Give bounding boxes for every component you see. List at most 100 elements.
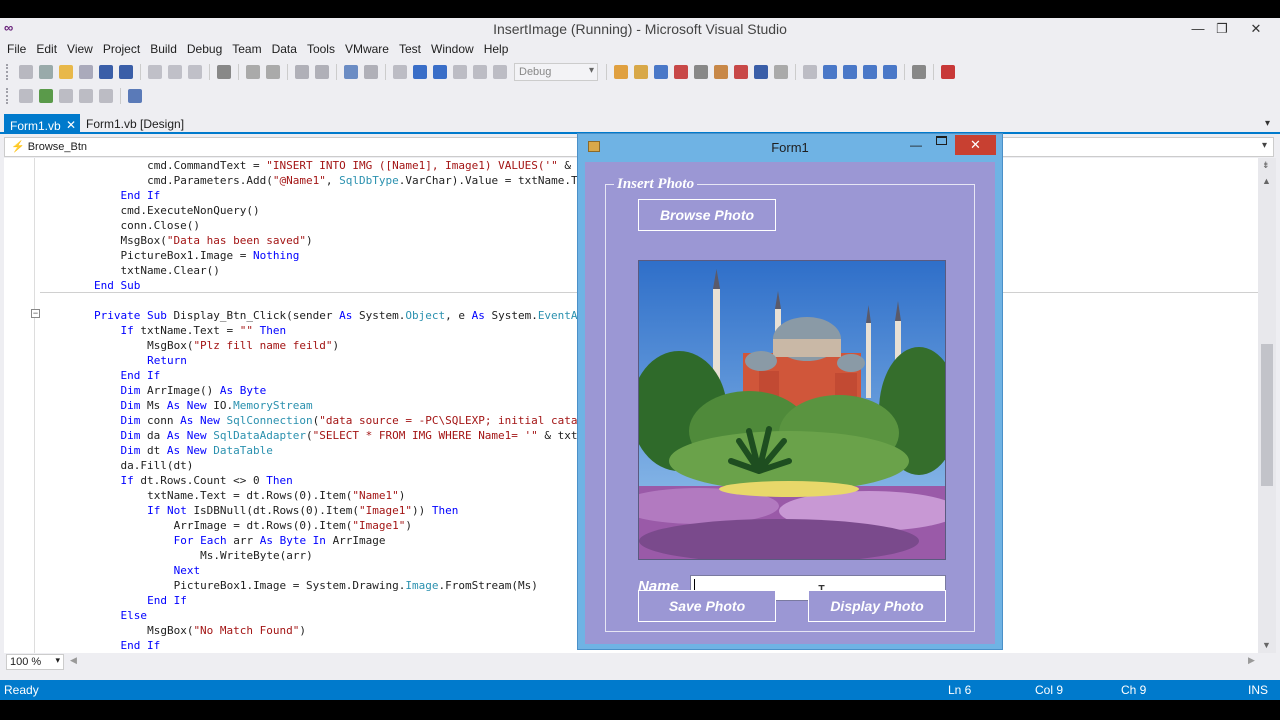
menu-item-edit[interactable]: Edit <box>31 40 62 60</box>
code-line[interactable]: txtName.Clear() <box>121 263 220 278</box>
break-all-icon[interactable] <box>413 65 427 79</box>
menu-item-file[interactable]: File <box>2 40 31 60</box>
add-new-item-icon[interactable] <box>79 65 93 79</box>
menu-item-debug[interactable]: Debug <box>182 40 227 60</box>
solution-config-select[interactable]: Debug <box>514 63 598 81</box>
navigate-backward-icon[interactable] <box>344 65 358 79</box>
member-dropdown[interactable]: ⚡ Browse_Btn <box>11 140 87 153</box>
start-page-icon[interactable] <box>754 65 768 79</box>
menu-item-team[interactable]: Team <box>227 40 266 60</box>
new-project-icon[interactable] <box>19 65 33 79</box>
menu-item-build[interactable]: Build <box>145 40 182 60</box>
scroll-right-icon[interactable]: ▶ <box>1248 655 1255 666</box>
menu-item-window[interactable]: Window <box>426 40 479 60</box>
find-in-files-icon[interactable] <box>614 65 628 79</box>
open-folder-icon[interactable] <box>59 65 73 79</box>
code-line[interactable]: ArrImage = dt.Rows(0).Item("Image1") <box>174 518 412 533</box>
align-top-icon[interactable] <box>883 65 897 79</box>
diagram-icon[interactable] <box>128 89 142 103</box>
attach-icon[interactable] <box>19 89 33 103</box>
code-line[interactable]: Private Sub Display_Btn_Click(sender As … <box>94 308 604 323</box>
find-icon[interactable] <box>217 65 231 79</box>
code-line[interactable]: PictureBox1.Image = System.Drawing.Image… <box>174 578 538 593</box>
continue-icon[interactable] <box>393 65 407 79</box>
step-over-icon[interactable] <box>473 65 487 79</box>
code-line[interactable]: Dim da As New SqlDataAdapter("SELECT * F… <box>121 428 611 443</box>
code-line[interactable]: MsgBox("Data has been saved") <box>121 233 313 248</box>
server-explorer-icon[interactable] <box>714 65 728 79</box>
code-line[interactable]: If txtName.Text = "" Then <box>121 323 287 338</box>
uncomment-icon[interactable] <box>266 65 280 79</box>
toolbar-grip[interactable] <box>6 64 10 80</box>
tab-form1-design[interactable]: Form1.vb [Design] <box>80 114 190 134</box>
code-line[interactable]: MsgBox("Plz fill name feild") <box>147 338 339 353</box>
code-line[interactable]: Dim dt As New DataTable <box>121 443 273 458</box>
browse-photo-button[interactable]: Browse Photo <box>638 199 776 231</box>
code-line[interactable]: End If <box>121 368 161 383</box>
navigate-forward-icon[interactable] <box>364 65 378 79</box>
code-line[interactable]: End If <box>121 188 161 203</box>
menu-item-vmware[interactable]: VMware <box>340 40 394 60</box>
redo-icon[interactable] <box>315 65 329 79</box>
refresh-icon[interactable] <box>39 89 53 103</box>
copy-icon[interactable] <box>168 65 182 79</box>
save-all-icon[interactable] <box>119 65 133 79</box>
add-item-icon[interactable] <box>39 65 53 79</box>
class-view-icon[interactable] <box>734 65 748 79</box>
zoom-select[interactable]: 100 % <box>6 654 64 670</box>
close-tab-icon[interactable]: ✕ <box>66 118 76 132</box>
code-line[interactable]: If dt.Rows.Count <> 0 Then <box>121 473 293 488</box>
run-icon[interactable] <box>79 89 93 103</box>
stop-debugging-icon[interactable] <box>433 65 447 79</box>
code-line[interactable]: For Each arr As Byte In ArrImage <box>174 533 386 548</box>
comment-icon[interactable] <box>246 65 260 79</box>
split-icon[interactable]: ⇟ <box>1262 160 1270 171</box>
code-line[interactable]: Ms.WriteByte(arr) <box>200 548 313 563</box>
save-photo-button[interactable]: Save Photo <box>638 590 776 622</box>
code-line[interactable]: cmd.ExecuteNonQuery() <box>121 203 260 218</box>
code-line[interactable]: End Sub <box>94 278 140 293</box>
tab-order-icon[interactable] <box>912 65 926 79</box>
record-icon[interactable] <box>99 89 113 103</box>
form1-title-bar[interactable]: Form1 — ✕ <box>578 134 1002 160</box>
code-line[interactable]: cmd.CommandText = "INSERT INTO IMG ([Nam… <box>147 158 611 173</box>
cut-icon[interactable] <box>148 65 162 79</box>
object-browser-icon[interactable] <box>674 65 688 79</box>
step-icon[interactable] <box>59 89 73 103</box>
code-line[interactable]: Dim ArrImage() As Byte <box>121 383 267 398</box>
align-left-icon[interactable] <box>823 65 837 79</box>
align-right-icon[interactable] <box>863 65 877 79</box>
properties-icon[interactable] <box>654 65 668 79</box>
undo-icon[interactable] <box>295 65 309 79</box>
menu-item-test[interactable]: Test <box>394 40 426 60</box>
more-icon[interactable] <box>774 65 788 79</box>
menu-item-project[interactable]: Project <box>98 40 145 60</box>
solution-explorer-icon[interactable] <box>634 65 648 79</box>
menu-item-data[interactable]: Data <box>267 40 302 60</box>
code-line[interactable]: If Not IsDBNull(dt.Rows(0).Item("Image1"… <box>147 503 458 518</box>
restore-button[interactable]: ❐ <box>1208 19 1236 39</box>
toolbox-icon[interactable] <box>694 65 708 79</box>
toolbar-grip[interactable] <box>6 88 10 104</box>
tab-form1-vb[interactable]: Form1.vb ✕ <box>4 114 80 134</box>
scroll-down-icon[interactable]: ▼ <box>1262 640 1271 650</box>
code-line[interactable]: MsgBox("No Match Found") <box>147 623 306 638</box>
scroll-up-icon[interactable]: ▲ <box>1262 176 1271 186</box>
code-line[interactable]: Return <box>147 353 187 368</box>
close-button[interactable]: ✕ <box>1242 19 1270 39</box>
scroll-thumb[interactable] <box>1261 344 1273 486</box>
code-line[interactable]: conn.Close() <box>121 218 200 233</box>
code-line[interactable]: cmd.Parameters.Add("@Name1", SqlDbType.V… <box>147 173 597 188</box>
code-line[interactable]: da.Fill(dt) <box>121 458 194 473</box>
code-line[interactable]: End If <box>121 638 161 653</box>
vmware-icon[interactable] <box>941 65 955 79</box>
code-line[interactable]: Dim conn As New SqlConnection("data sour… <box>121 413 604 428</box>
align-center-icon[interactable] <box>843 65 857 79</box>
vertical-scrollbar[interactable]: ⇟ ▲ ▼ <box>1258 158 1276 653</box>
code-line[interactable]: txtName.Text = dt.Rows(0).Item("Name1") <box>147 488 405 503</box>
scroll-left-icon[interactable]: ◀ <box>70 655 77 666</box>
layout-icon[interactable] <box>803 65 817 79</box>
collapse-icon[interactable]: − <box>31 309 40 318</box>
menu-item-tools[interactable]: Tools <box>302 40 340 60</box>
menu-item-help[interactable]: Help <box>479 40 514 60</box>
